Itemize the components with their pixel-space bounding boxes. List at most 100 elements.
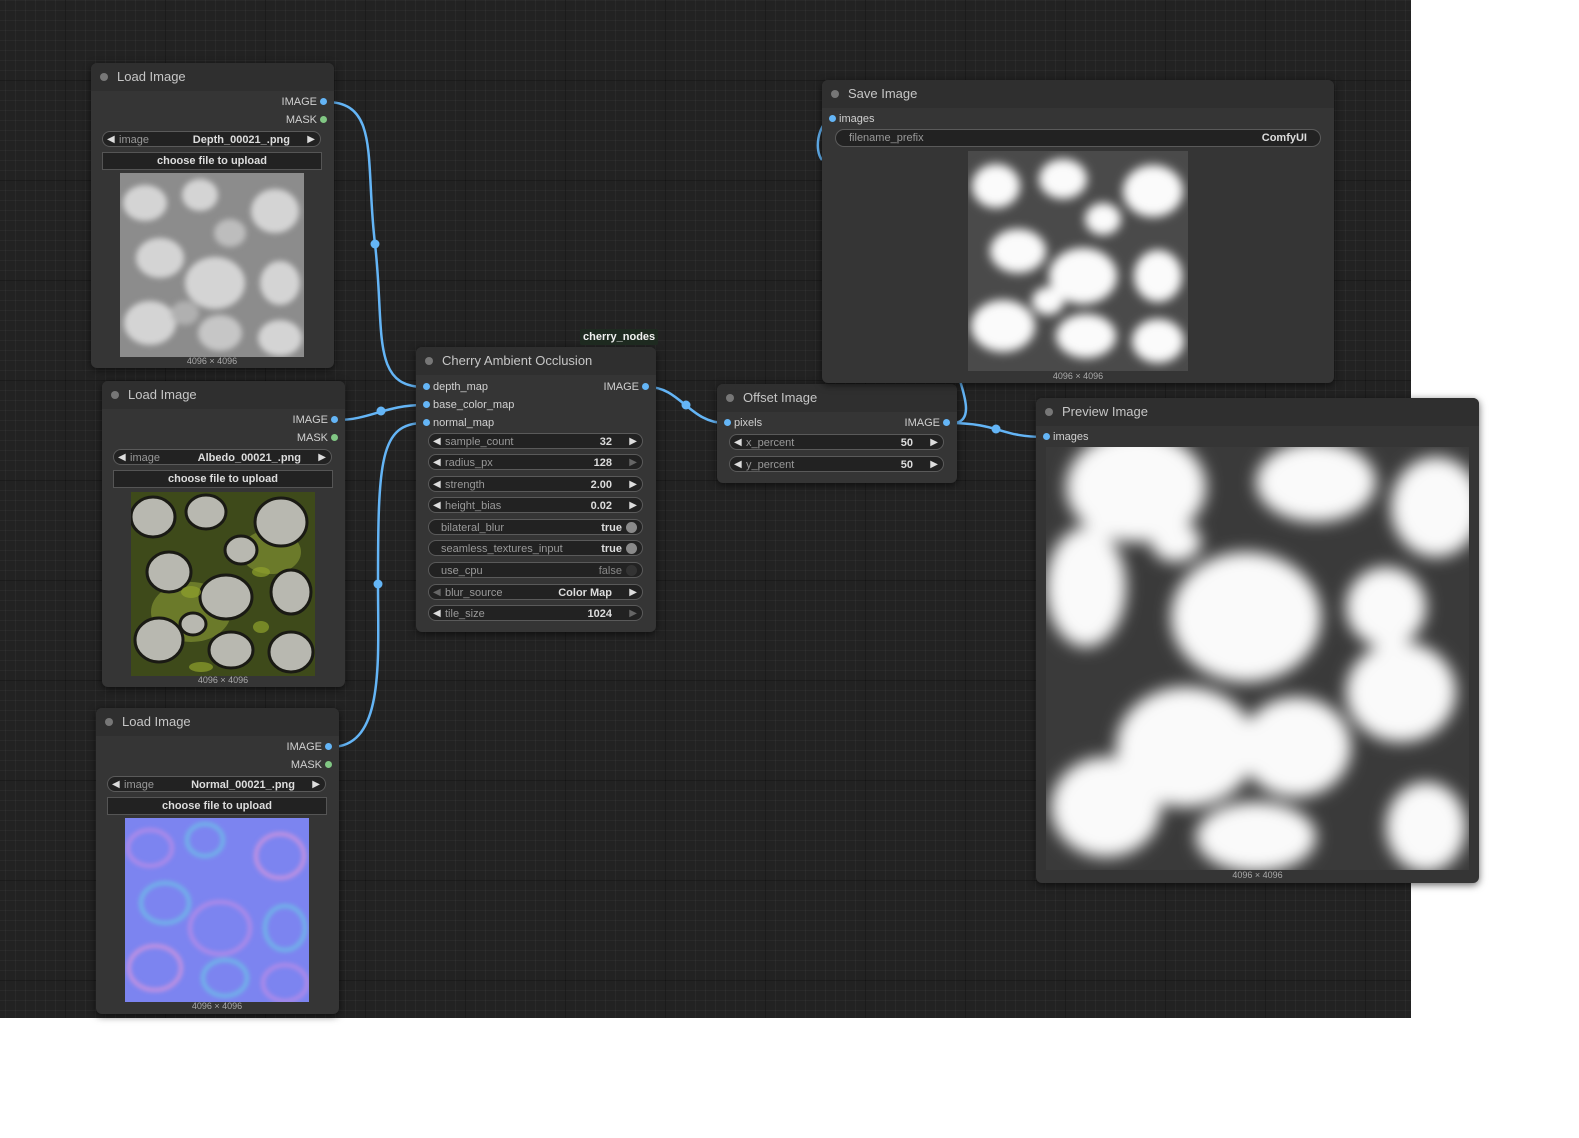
circle-dot-icon[interactable]: [726, 394, 734, 402]
triangle-left-icon[interactable]: ◀: [433, 434, 441, 450]
load-image-albedo-node[interactable]: Load Image IMAGE MASK ◀ image Albedo_000…: [102, 381, 345, 687]
triangle-right-icon[interactable]: ▶: [629, 434, 637, 450]
blur-source-combo[interactable]: ◀ blur_source Color Map ▶: [428, 584, 643, 600]
triangle-right-icon[interactable]: ▶: [307, 132, 315, 148]
input-dot[interactable]: [423, 401, 430, 408]
input-normal-map[interactable]: normal_map: [423, 416, 494, 430]
depth-image-preview: [120, 173, 304, 357]
seamless-textures-toggle[interactable]: seamless_textures_input true: [428, 540, 643, 556]
x-percent-widget[interactable]: ◀ x_percent 50 ▶: [729, 434, 944, 450]
circle-dot-icon[interactable]: [100, 73, 108, 81]
triangle-right-icon[interactable]: ▶: [318, 450, 326, 466]
sample-count-widget[interactable]: ◀ sample_count 32 ▶: [428, 433, 643, 449]
bilateral-blur-toggle[interactable]: bilateral_blur true: [428, 519, 643, 535]
input-images[interactable]: images: [829, 112, 874, 126]
output-image[interactable]: IMAGE: [604, 380, 649, 394]
input-images[interactable]: images: [1043, 430, 1088, 444]
triangle-left-icon[interactable]: ◀: [734, 457, 742, 473]
output-mask[interactable]: MASK: [286, 113, 327, 127]
node-title-bar[interactable]: Preview Image: [1036, 398, 1479, 426]
image-selector[interactable]: ◀ image Albedo_00021_.png ▶: [113, 449, 332, 465]
node-title-bar[interactable]: Load Image: [91, 63, 334, 91]
preview-image-node[interactable]: Preview Image images 4096 × 4096: [1036, 398, 1479, 883]
output-image-dot[interactable]: [642, 383, 649, 390]
output-mask[interactable]: MASK: [297, 431, 338, 445]
triangle-left-icon[interactable]: ◀: [433, 606, 441, 622]
albedo-image-preview: [131, 492, 315, 676]
offset-image-node[interactable]: Offset Image pixels IMAGE ◀ x_percent 50…: [717, 384, 957, 483]
output-image[interactable]: IMAGE: [282, 95, 327, 109]
input-pixels[interactable]: pixels: [724, 416, 762, 430]
output-mask-dot[interactable]: [320, 116, 327, 123]
triangle-right-icon[interactable]: ▶: [629, 455, 637, 471]
triangle-right-icon[interactable]: ▶: [629, 606, 637, 622]
input-dot[interactable]: [1043, 433, 1050, 440]
triangle-left-icon[interactable]: ◀: [433, 585, 441, 601]
circle-dot-icon[interactable]: [425, 357, 433, 365]
output-mask-dot[interactable]: [331, 434, 338, 441]
upload-button[interactable]: choose file to upload: [107, 797, 327, 815]
y-percent-widget[interactable]: ◀ y_percent 50 ▶: [729, 456, 944, 472]
input-dot[interactable]: [829, 115, 836, 122]
output-mask-dot[interactable]: [325, 761, 332, 768]
triangle-left-icon[interactable]: ◀: [433, 455, 441, 471]
upload-button[interactable]: choose file to upload: [102, 152, 322, 170]
node-title: Preview Image: [1062, 404, 1148, 419]
circle-dot-icon[interactable]: [111, 391, 119, 399]
tile-size-widget[interactable]: ◀ tile_size 1024 ▶: [428, 605, 643, 621]
output-image[interactable]: IMAGE: [293, 413, 338, 427]
strength-widget[interactable]: ◀ strength 2.00 ▶: [428, 476, 643, 492]
image-dimensions: 4096 × 4096: [197, 675, 249, 685]
save-image-node[interactable]: Save Image images filename_prefix ComfyU…: [822, 80, 1334, 383]
triangle-left-icon[interactable]: ◀: [433, 477, 441, 493]
input-base-color-map[interactable]: base_color_map: [423, 398, 514, 412]
triangle-right-icon[interactable]: ▶: [629, 477, 637, 493]
triangle-left-icon[interactable]: ◀: [112, 777, 120, 793]
circle-dot-icon[interactable]: [831, 90, 839, 98]
output-image-dot[interactable]: [320, 98, 327, 105]
output-mask[interactable]: MASK: [291, 758, 332, 772]
node-title-bar[interactable]: Cherry Ambient Occlusion: [416, 347, 656, 375]
triangle-right-icon[interactable]: ▶: [629, 498, 637, 514]
height-bias-widget[interactable]: ◀ height_bias 0.02 ▶: [428, 497, 643, 513]
triangle-left-icon[interactable]: ◀: [107, 132, 115, 148]
triangle-right-icon[interactable]: ▶: [930, 457, 938, 473]
normal-image-preview: [125, 818, 309, 1002]
node-title-bar[interactable]: Offset Image: [717, 384, 957, 412]
triangle-right-icon[interactable]: ▶: [930, 435, 938, 451]
load-image-normal-node[interactable]: Load Image IMAGE MASK ◀ image Normal_000…: [96, 708, 339, 1014]
input-dot[interactable]: [423, 419, 430, 426]
input-depth-map[interactable]: depth_map: [423, 380, 488, 394]
use-cpu-toggle[interactable]: use_cpu false: [428, 562, 643, 578]
toggle-knob[interactable]: [626, 522, 637, 533]
radius-px-widget[interactable]: ◀ radius_px 128 ▶: [428, 454, 643, 470]
toggle-knob[interactable]: [626, 565, 637, 576]
output-image-dot[interactable]: [325, 743, 332, 750]
output-image[interactable]: IMAGE: [287, 740, 332, 754]
triangle-left-icon[interactable]: ◀: [433, 498, 441, 514]
node-title: Load Image: [117, 69, 186, 84]
input-dot[interactable]: [423, 383, 430, 390]
triangle-left-icon[interactable]: ◀: [118, 450, 126, 466]
upload-button[interactable]: choose file to upload: [113, 470, 333, 488]
filename-prefix-field[interactable]: filename_prefix ComfyUI: [835, 129, 1321, 147]
input-dot[interactable]: [724, 419, 731, 426]
node-title-bar[interactable]: Save Image: [822, 80, 1334, 108]
load-image-depth-node[interactable]: Load Image IMAGE MASK ◀ image Depth_0002…: [91, 63, 334, 368]
image-selector[interactable]: ◀ image Normal_00021_.png ▶: [107, 776, 326, 792]
node-title-bar[interactable]: Load Image: [102, 381, 345, 409]
circle-dot-icon[interactable]: [105, 718, 113, 726]
image-dimensions: 4096 × 4096: [1232, 870, 1283, 880]
node-title-bar[interactable]: Load Image: [96, 708, 339, 736]
output-image-dot[interactable]: [943, 419, 950, 426]
image-selector[interactable]: ◀ image Depth_00021_.png ▶: [102, 131, 321, 147]
preview-image-display: [1046, 447, 1469, 870]
triangle-left-icon[interactable]: ◀: [734, 435, 742, 451]
output-image-dot[interactable]: [331, 416, 338, 423]
circle-dot-icon[interactable]: [1045, 408, 1053, 416]
triangle-right-icon[interactable]: ▶: [629, 585, 637, 601]
output-image[interactable]: IMAGE: [905, 416, 950, 430]
cherry-ambient-occlusion-node[interactable]: Cherry Ambient Occlusion depth_map base_…: [416, 347, 656, 632]
toggle-knob[interactable]: [626, 543, 637, 554]
triangle-right-icon[interactable]: ▶: [312, 777, 320, 793]
